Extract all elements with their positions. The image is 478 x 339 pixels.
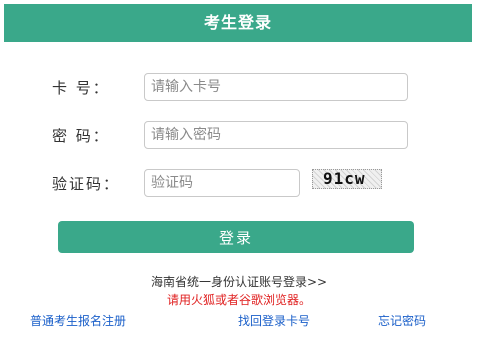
login-button[interactable]: 登录 [58, 221, 414, 253]
password-row: 密 码： [0, 121, 478, 151]
password-label: 密 码： [52, 127, 110, 145]
card-number-label: 卡 号： [52, 79, 110, 97]
card-number-row: 卡 号： [0, 73, 478, 103]
hainan-auth-link[interactable]: 海南省统一身份认证账号登录>> [0, 273, 478, 290]
page-title: 考生登录 [203, 13, 272, 32]
captcha-label: 验证码： [52, 175, 121, 193]
recover-card-link[interactable]: 找回登录卡号 [238, 312, 310, 329]
card-number-input[interactable] [144, 73, 408, 101]
login-header: 考生登录 [4, 4, 472, 42]
captcha-input[interactable] [144, 169, 300, 197]
register-link[interactable]: 普通考生报名注册 [30, 312, 126, 329]
forgot-password-link[interactable]: 忘记密码 [378, 312, 426, 329]
captcha-row: 验证码： 91cw [0, 169, 478, 199]
captcha-image[interactable]: 91cw [312, 169, 382, 189]
browser-warning: 请用火狐或者谷歌浏览器。 [166, 293, 311, 307]
password-input[interactable] [144, 121, 408, 149]
